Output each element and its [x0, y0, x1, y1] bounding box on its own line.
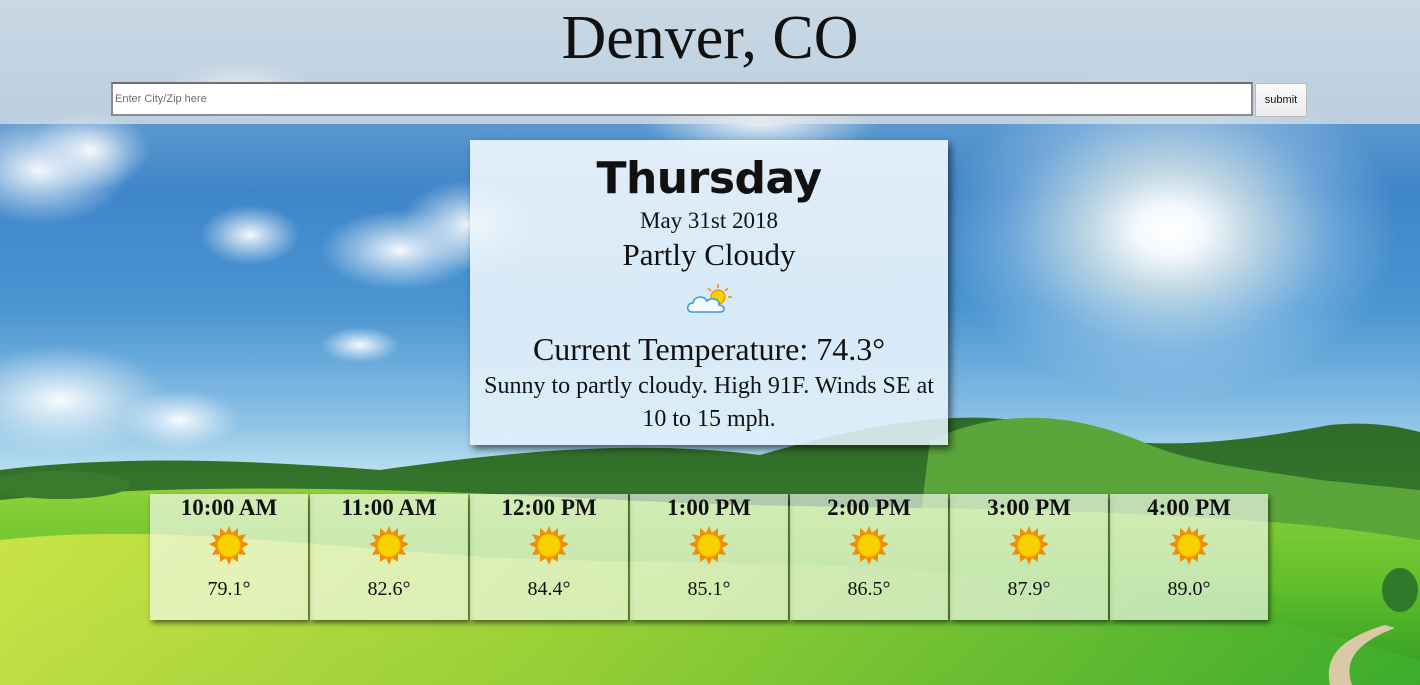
forecast-summary: Sunny to partly cloudy. High 91F. Winds … — [484, 373, 934, 432]
sun-icon — [528, 525, 570, 566]
submit-button[interactable]: submit — [1255, 83, 1307, 117]
hour-card: 10:00 AM 79.1° — [150, 494, 308, 620]
hour-time: 11:00 AM — [341, 495, 437, 520]
hour-card: 4:00 PM 89.0° — [1110, 494, 1268, 620]
city-title: Denver, CO — [561, 4, 859, 72]
hour-time: 4:00 PM — [1147, 495, 1231, 520]
hour-time: 1:00 PM — [667, 495, 751, 520]
sun-icon — [848, 525, 890, 566]
hour-temperature: 87.9° — [1007, 578, 1051, 600]
sun-icon — [688, 525, 730, 566]
hour-time: 10:00 AM — [180, 495, 278, 520]
hour-time: 2:00 PM — [827, 495, 911, 520]
date-text: May 31st 2018 — [640, 208, 778, 233]
hour-temperature: 84.4° — [527, 578, 571, 600]
sun-icon — [208, 525, 250, 566]
current-temperature: Current Temperature: 74.3° — [532, 331, 886, 367]
hour-temperature: 89.0° — [1167, 578, 1211, 600]
hour-time: 12:00 PM — [501, 495, 597, 520]
partly-cloudy-icon — [686, 284, 732, 313]
hour-temperature: 82.6° — [367, 578, 411, 600]
sun-icon — [1168, 525, 1210, 566]
hour-card: 1:00 PM 85.1° — [630, 494, 788, 620]
hour-card: 2:00 PM 86.5° — [790, 494, 948, 620]
hour-temperature: 86.5° — [847, 578, 891, 600]
sun-icon — [368, 525, 410, 566]
hour-card: 12:00 PM 84.4° — [470, 494, 628, 620]
hourly-forecast: 10:00 AM 79.1° 11:00 AM 82.6° 12:00 PM 8… — [150, 494, 1270, 620]
hour-card: 3:00 PM 87.9° — [950, 494, 1108, 620]
search-input[interactable] — [111, 82, 1253, 116]
hour-temperature: 85.1° — [687, 578, 731, 600]
today-forecast-card: Thursday May 31st 2018 Partly Cloudy Cur… — [470, 140, 948, 445]
hour-time: 3:00 PM — [987, 495, 1071, 520]
hour-card: 11:00 AM 82.6° — [310, 494, 468, 620]
day-name: Thursday — [596, 153, 822, 204]
hour-temperature: 79.1° — [207, 578, 251, 600]
condition-text: Partly Cloudy — [622, 237, 796, 272]
sun-icon — [1008, 525, 1050, 566]
